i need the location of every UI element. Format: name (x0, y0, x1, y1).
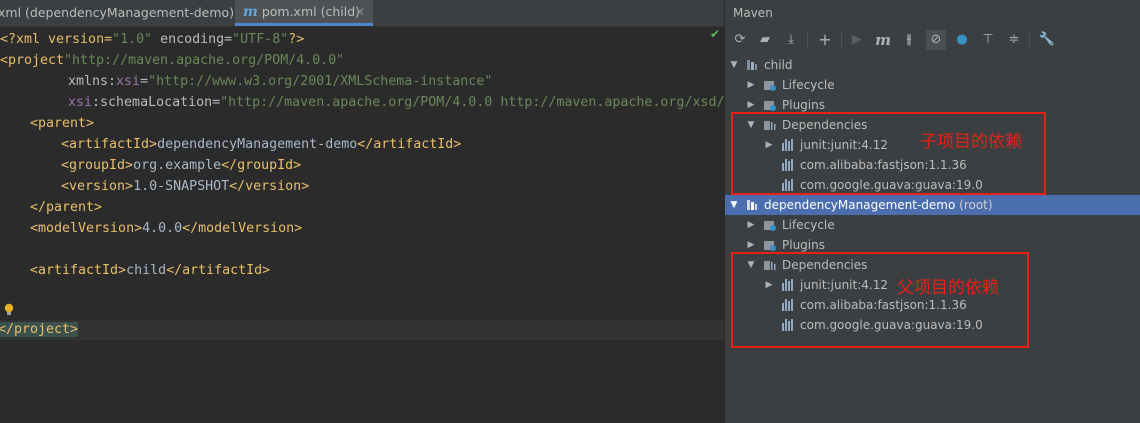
code-line-9: </parent> (30, 200, 103, 215)
maven-toolbar: ⟳ ▰ ⤓ + ▶ m ⫲ ⊘ ● ⊤ ≑ 🔧 (725, 28, 1140, 52)
toolbar-separator (841, 33, 842, 47)
reload-icon[interactable]: ⟳ (730, 30, 750, 50)
maven-file-icon: m (243, 4, 258, 20)
tree-node-lifecycle[interactable]: ▶ Lifecycle (725, 75, 1140, 95)
plugins-folder-icon (764, 101, 776, 111)
tab-parent-pom[interactable]: xml (dependencyManagement-demo) (0, 0, 234, 26)
code-line-7: <groupId>org.example</groupId> (61, 158, 302, 173)
tab-label: pom.xml (child) (261, 4, 361, 19)
run-icon[interactable]: ▶ (847, 30, 867, 50)
code-line-4: xsi:schemaLocation="http://maven.apache.… (68, 95, 724, 110)
generate-sources-icon[interactable]: ▰ (755, 30, 775, 50)
maven-tool-window: Maven ⟳ ▰ ⤓ + ▶ m ⫲ ⊘ ● ⊤ ≑ 🔧 ▼ child ▶ … (724, 0, 1140, 423)
annotation-text-child: 子项目的依赖 (920, 132, 1022, 152)
tree-label: Lifecycle (782, 218, 835, 232)
skip-tests-icon[interactable]: ⊘ (926, 30, 946, 50)
settings-wrench-icon[interactable]: 🔧 (1037, 30, 1057, 50)
show-dependencies-icon[interactable]: ● (952, 30, 972, 50)
download-icon[interactable]: ⤓ (781, 30, 801, 50)
lightbulb-icon[interactable] (4, 303, 14, 317)
lifecycle-folder-icon (764, 221, 776, 231)
tree-label: Lifecycle (782, 78, 835, 92)
annotation-box-parent (731, 252, 1029, 348)
code-line-15: </project> (0, 322, 79, 337)
tree-node-root[interactable]: ▼ dependencyManagement-demo (root) (725, 195, 1140, 215)
code-line-2: <project"http://maven.apache.org/POM/4.0… (0, 53, 345, 68)
collapse-icon[interactable]: ⊤ (978, 30, 998, 50)
code-line-10: <modelVersion>4.0.0</modelVersion> (30, 221, 303, 236)
tree-label: dependencyManagement-demo (root) (764, 198, 993, 212)
tree-node-child[interactable]: ▼ child (725, 55, 1140, 75)
code-line-3: xmlns:xsi="http://www.w3.org/2001/XMLSch… (68, 74, 493, 89)
toolbar-separator (1029, 33, 1030, 47)
expand-arrow-icon[interactable]: ▼ (729, 55, 739, 75)
code-line-5: <parent> (30, 116, 95, 131)
editor-tab-bar: xml (dependencyManagement-demo) m pom.xml… (0, 0, 724, 27)
current-line-highlight (0, 320, 724, 340)
collapsed-arrow-icon[interactable]: ▶ (746, 215, 756, 235)
execute-goal-icon[interactable]: m (873, 30, 893, 50)
tree-node-lifecycle[interactable]: ▶ Lifecycle (725, 215, 1140, 235)
editor-pane[interactable]: xml (dependencyManagement-demo) m pom.xml… (0, 0, 724, 423)
tab-child-pom[interactable]: m pom.xml (child) ✕ (235, 0, 373, 26)
code-line-6: <artifactId>dependencyManagement-demo</a… (61, 137, 462, 152)
annotation-box-child (731, 112, 1046, 195)
toolbar-separator (807, 33, 808, 47)
add-icon[interactable]: + (815, 30, 835, 50)
tree-label: child (764, 58, 793, 72)
code-line-12: <artifactId>child</artifactId> (30, 263, 271, 278)
inspection-ok-icon[interactable]: ✔ (710, 27, 720, 41)
collapsed-arrow-icon[interactable]: ▶ (746, 75, 756, 95)
close-tab-icon[interactable]: ✕ (355, 0, 365, 24)
expand-arrow-icon[interactable]: ▼ (729, 195, 739, 215)
annotation-text-parent: 父项目的依赖 (897, 278, 999, 298)
code-line-8: <version>1.0-SNAPSHOT</version> (61, 179, 310, 194)
maven-panel-title: Maven (733, 6, 773, 20)
code-line-1: <?xml version="1.0" encoding="UTF-8"?> (0, 32, 305, 47)
plugins-folder-icon (764, 241, 776, 251)
tab-label: xml (dependencyManagement-demo) (0, 5, 235, 20)
lifecycle-folder-icon (764, 81, 776, 91)
toggle-offline-icon[interactable]: ⫲ (899, 30, 919, 50)
maven-module-icon (747, 200, 757, 210)
maven-module-icon (747, 60, 757, 70)
expand-icon[interactable]: ≑ (1004, 30, 1024, 50)
